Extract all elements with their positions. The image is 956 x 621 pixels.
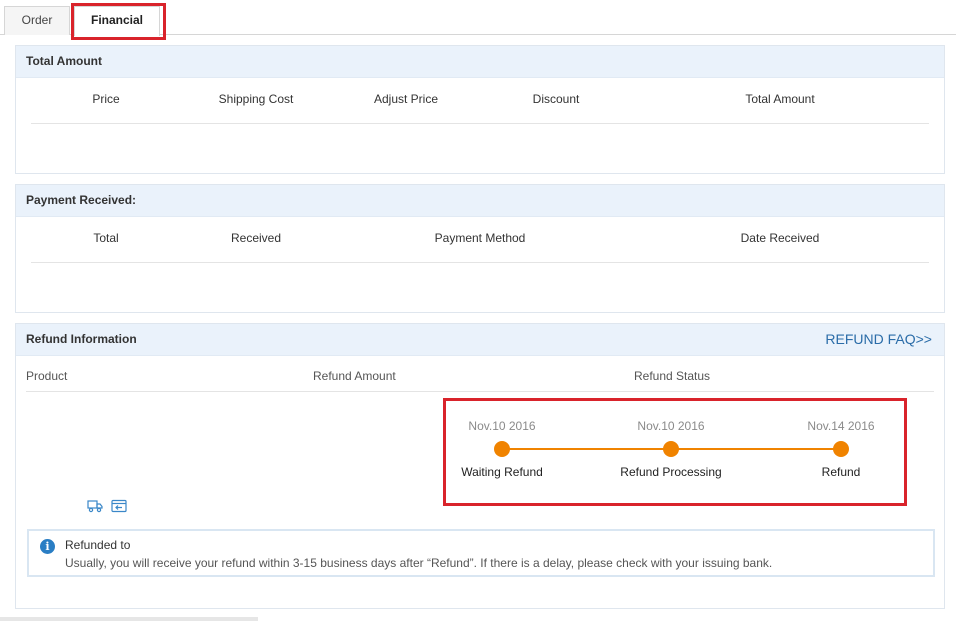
- refund-title: Refund Information: [26, 332, 137, 346]
- column-header-refund-status: Refund Status: [634, 369, 711, 383]
- total-amount-panel: Total Amount Price Shipping Cost Adjust …: [15, 45, 945, 174]
- tab-order[interactable]: Order: [4, 6, 70, 35]
- payment-received-panel: Payment Received: Total Received Payment…: [15, 184, 945, 313]
- timeline-label: Refund: [821, 465, 861, 479]
- notice-title: Refunded to: [65, 538, 131, 552]
- divider: [31, 262, 929, 263]
- timeline-dot-refund: [833, 441, 849, 457]
- refund-faq-link[interactable]: REFUND FAQ>>: [825, 324, 932, 355]
- timeline-dot-waiting-refund: [494, 441, 510, 457]
- column-header-total-amount: Total Amount: [745, 92, 815, 106]
- refund-information-panel: Refund Information REFUND FAQ>> Product …: [15, 323, 945, 609]
- timeline-dot-refund-processing: [663, 441, 679, 457]
- timeline-label: Refund Processing: [620, 465, 722, 479]
- tab-bar: Order Financial: [0, 0, 956, 36]
- horizontal-scrollbar[interactable]: [0, 617, 258, 621]
- column-header-payment-method: Payment Method: [434, 231, 526, 245]
- column-header-received: Received: [230, 231, 282, 245]
- column-header-discount: Discount: [532, 92, 580, 106]
- column-header-product: Product: [26, 369, 68, 383]
- divider: [31, 123, 929, 124]
- column-header-adjust-price: Adjust Price: [373, 92, 439, 106]
- return-icon[interactable]: [111, 499, 127, 513]
- timeline-date: Nov.14 2016: [807, 419, 875, 433]
- divider: [26, 391, 934, 392]
- column-header-refund-amount: Refund Amount: [313, 369, 396, 383]
- tab-financial[interactable]: Financial: [74, 6, 160, 36]
- column-header-total: Total: [93, 231, 119, 245]
- column-header-price: Price: [92, 92, 120, 106]
- truck-icon[interactable]: [87, 499, 103, 513]
- panel-title: Refund Information REFUND FAQ>>: [16, 324, 944, 356]
- refund-notice: i Refunded to Usually, you will receive …: [27, 529, 935, 577]
- notice-text: Usually, you will receive your refund wi…: [65, 556, 773, 570]
- column-header-shipping-cost: Shipping Cost: [218, 92, 294, 106]
- timeline-date: Nov.10 2016: [637, 419, 705, 433]
- info-icon: i: [40, 539, 55, 554]
- panel-title: Total Amount: [16, 46, 944, 78]
- panel-title: Payment Received:: [16, 185, 944, 217]
- column-header-date-received: Date Received: [740, 231, 820, 245]
- timeline-label: Waiting Refund: [461, 465, 543, 479]
- timeline-date: Nov.10 2016: [468, 419, 536, 433]
